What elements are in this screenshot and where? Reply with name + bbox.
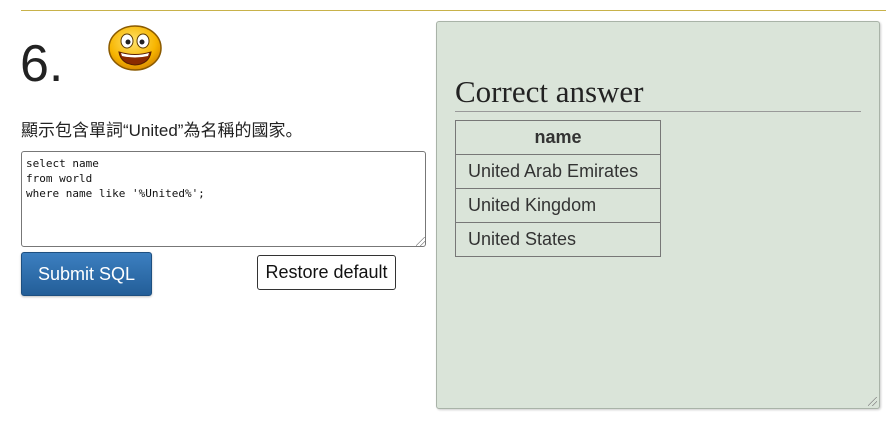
answer-panel: Correct answer name United Arab Emirates… [436, 21, 880, 409]
table-row: United Kingdom [455, 188, 661, 223]
table-cell: United Arab Emirates [455, 154, 661, 189]
answer-table: name United Arab Emirates United Kingdom… [455, 120, 661, 257]
answer-title: Correct answer [455, 74, 644, 109]
table-row: United States [455, 222, 661, 257]
sql-line: where name like '%United%'; [26, 187, 205, 200]
answer-title-divider [455, 111, 861, 112]
column-header-name: name [455, 120, 661, 155]
submit-sql-button[interactable]: Submit SQL [21, 252, 152, 296]
grinning-face-icon [108, 25, 162, 71]
restore-default-button[interactable]: Restore default [257, 255, 396, 290]
panel-resize-handle[interactable] [868, 397, 877, 406]
question-number: 6. [20, 35, 64, 93]
sql-editor[interactable]: select name from world where name like '%U… [21, 151, 426, 247]
top-divider [21, 10, 886, 11]
sql-line: select name [26, 157, 99, 170]
editor-resize-handle[interactable] [416, 237, 425, 246]
sql-line: from world [26, 172, 93, 185]
table-header-row: name [455, 120, 661, 155]
table-row: United Arab Emirates [455, 154, 661, 189]
question-text: 顯示包含單詞“United”為名稱的國家。 [21, 121, 303, 140]
table-cell: United States [455, 222, 661, 257]
table-cell: United Kingdom [455, 188, 661, 223]
